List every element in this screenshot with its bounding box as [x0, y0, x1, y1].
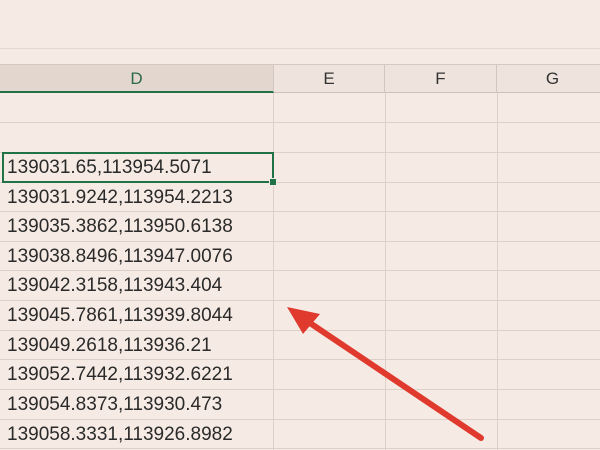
grid-line [0, 122, 600, 123]
grid-line [0, 448, 600, 449]
cell-d11[interactable]: 139054.8373,113930.473 [0, 389, 272, 418]
grid-line [385, 93, 386, 450]
cell-d10[interactable]: 139052.7442,113932.6221 [0, 359, 272, 388]
column-header-e[interactable]: E [274, 65, 385, 93]
column-header-g[interactable]: G [497, 65, 600, 93]
cell-d12[interactable]: 139058.3331,113926.8982 [0, 419, 272, 448]
cell-d5[interactable]: 139035.3862,113950.6138 [0, 211, 272, 240]
ribbon-area [0, 0, 600, 48]
cell-d4[interactable]: 139031.9242,113954.2213 [0, 182, 272, 211]
grid-line [497, 93, 498, 450]
column-header-row: D E F G [0, 64, 600, 93]
cell-d7[interactable]: 139042.3158,113943.404 [0, 270, 272, 299]
column-header-d[interactable]: D [0, 65, 274, 93]
cell-grid: 139031.65,113954.5071 139031.9242,113954… [0, 93, 600, 450]
cell-d8[interactable]: 139045.7861,113939.8044 [0, 300, 272, 329]
divider [0, 48, 600, 49]
cell-d3[interactable]: 139031.65,113954.5071 [0, 152, 272, 181]
cell-d6[interactable]: 139038.8496,113947.0076 [0, 241, 272, 270]
column-header-f[interactable]: F [385, 65, 497, 93]
spreadsheet-view: D E F G 139031.65,113954.5071 139031.924… [0, 0, 600, 450]
cell-d9[interactable]: 139049.2618,113936.21 [0, 330, 272, 359]
grid-line [273, 93, 274, 450]
fill-handle[interactable] [269, 178, 277, 186]
